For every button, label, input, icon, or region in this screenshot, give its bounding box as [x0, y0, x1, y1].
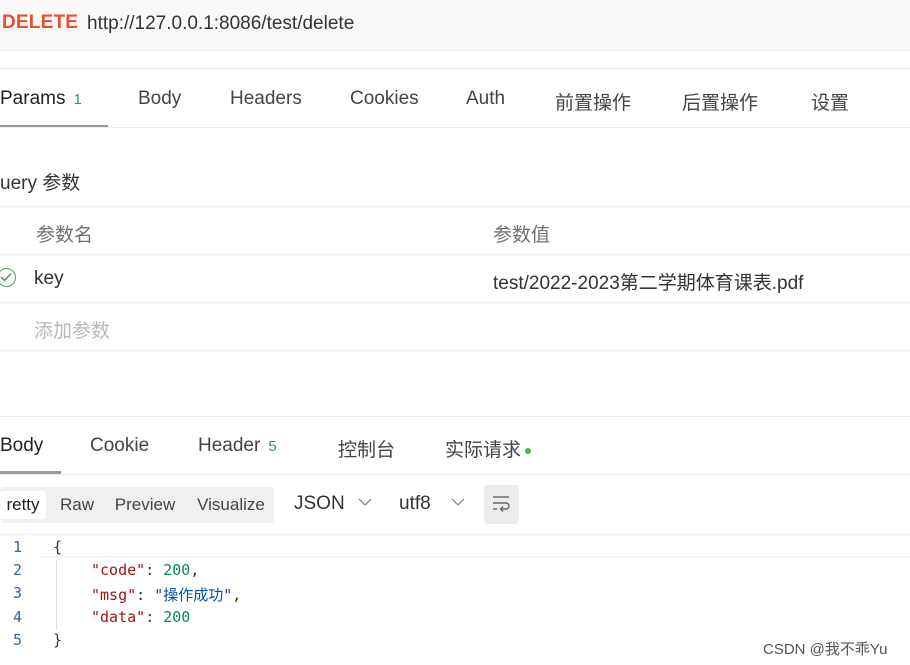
view-preview-button[interactable]: Preview	[108, 491, 182, 519]
json-comma: ,	[190, 561, 200, 579]
status-dot-icon	[525, 447, 532, 454]
json-key: "code"	[91, 561, 146, 579]
line-number: 5	[12, 631, 22, 649]
param-value-field[interactable]: test/2022-2023第二学期体育课表.pdf	[493, 268, 803, 295]
code-line: {	[53, 538, 63, 556]
divider	[0, 206, 910, 207]
line-number: 4	[12, 608, 22, 626]
param-key-field[interactable]: key	[34, 268, 64, 290]
divider	[0, 474, 910, 475]
divider	[0, 302, 910, 303]
request-bar: DELETE http://127.0.0.1:8086/test/delete	[0, 0, 910, 51]
watermark: CSDN @我不乖Yu	[763, 641, 888, 658]
check-icon	[0, 272, 12, 282]
json-number: 200	[163, 561, 191, 579]
response-tab-actual-request[interactable]: 实际请求	[445, 435, 532, 462]
json-key: "data"	[91, 608, 146, 626]
url-input[interactable]: http://127.0.0.1:8086/test/delete	[87, 13, 354, 35]
tab-label: 实际请求	[445, 440, 522, 461]
code-line: "code": 200,	[91, 561, 199, 579]
json-sep: :	[145, 608, 164, 626]
tab-cookies[interactable]: Cookies	[350, 88, 419, 110]
json-string: "操作成功"	[154, 586, 233, 604]
tab-label: Header	[198, 435, 261, 456]
line-number: 3	[12, 584, 22, 602]
view-raw-button[interactable]: Raw	[52, 491, 102, 519]
response-tab-header[interactable]: Header 5	[198, 435, 277, 457]
word-wrap-button[interactable]	[484, 485, 519, 524]
tab-headers[interactable]: Headers	[230, 88, 302, 110]
view-pretty-button[interactable]: retty	[0, 491, 46, 519]
tab-auth[interactable]: Auth	[466, 88, 505, 110]
header-count-badge: 5	[268, 438, 277, 455]
line-number: 2	[12, 561, 22, 579]
json-comma: ,	[232, 586, 242, 604]
tab-body[interactable]: Body	[138, 88, 181, 110]
code-line: "data": 200	[91, 608, 190, 626]
json-number: 200	[163, 608, 191, 626]
view-visualize-button[interactable]: Visualize	[190, 491, 272, 519]
param-name-header: 参数名	[36, 225, 94, 246]
params-count-badge: 1	[73, 91, 82, 108]
http-method[interactable]: DELETE	[2, 12, 78, 34]
json-sep: :	[145, 561, 164, 579]
chevron-down-icon	[451, 498, 465, 506]
divider	[0, 350, 910, 351]
param-value-header: 参数值	[493, 225, 551, 246]
param-enabled-checkbox[interactable]	[0, 268, 16, 287]
divider	[0, 254, 910, 255]
tab-post-operation[interactable]: 后置操作	[682, 88, 758, 115]
tab-pre-operation[interactable]: 前置操作	[555, 88, 631, 115]
code-line: }	[53, 631, 63, 649]
tab-settings[interactable]: 设置	[811, 88, 849, 115]
encoding-select[interactable]: utf8	[399, 493, 431, 515]
divider	[0, 68, 910, 69]
response-tab-console[interactable]: 控制台	[338, 435, 395, 462]
divider	[0, 127, 910, 128]
line-number: 1	[12, 538, 22, 556]
tab-label: Params	[0, 88, 66, 109]
chevron-down-icon	[358, 498, 372, 506]
query-params-title: uery 参数	[0, 173, 81, 194]
response-tab-cookie[interactable]: Cookie	[90, 435, 149, 457]
json-sep: :	[136, 586, 155, 604]
tab-params[interactable]: Params 1	[0, 88, 82, 110]
json-key: "msg"	[91, 586, 137, 604]
response-tab-body[interactable]: Body	[0, 435, 43, 457]
add-param-input[interactable]: 添加参数	[34, 316, 110, 343]
divider	[0, 416, 910, 417]
code-line: "msg": "操作成功",	[91, 584, 241, 605]
format-select[interactable]: JSON	[294, 493, 345, 515]
word-wrap-icon	[493, 496, 510, 512]
